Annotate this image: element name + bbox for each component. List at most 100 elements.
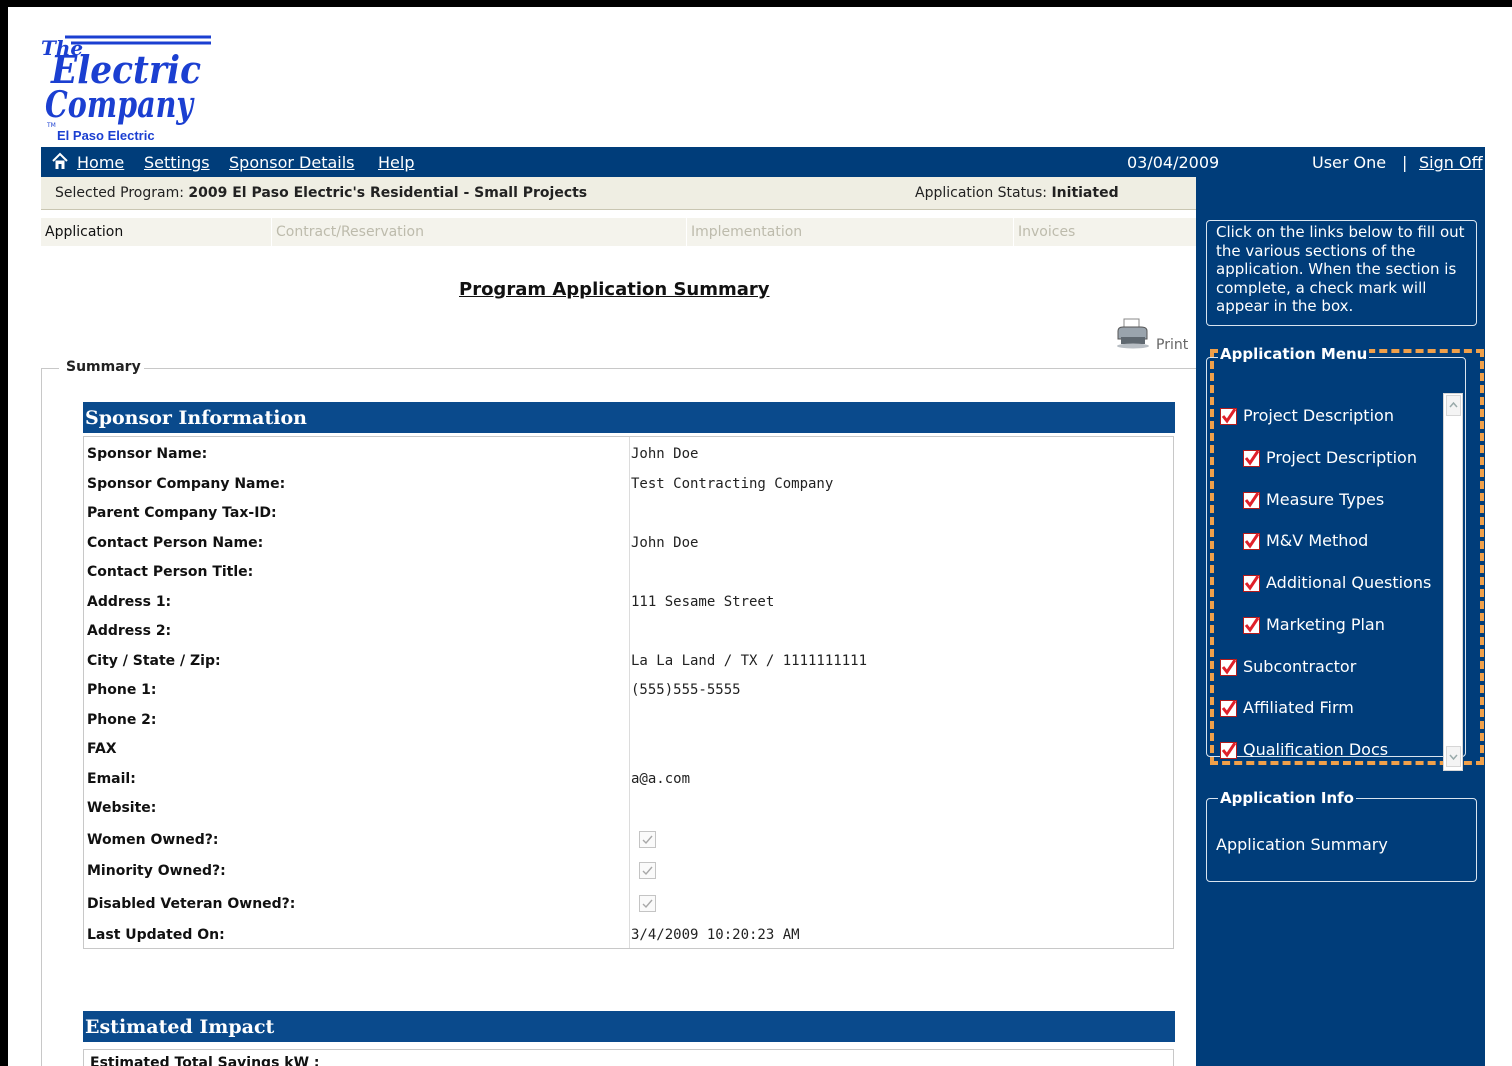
menu-scrollbar[interactable] (1443, 393, 1463, 771)
check-icon (1243, 533, 1260, 550)
checkmark-icon (642, 866, 653, 876)
nav-settings-link[interactable]: Settings (144, 153, 210, 172)
tab-invoices[interactable]: Invoices (1018, 224, 1075, 240)
sponsor-row-checkbox[interactable] (639, 831, 656, 848)
current-date: 03/04/2009 (1127, 153, 1220, 172)
sponsor-row-value: La La Land / TX / 1111111111 (631, 653, 868, 669)
menu-item-link[interactable]: Project Description (1266, 448, 1417, 467)
sponsor-row-label: City / State / Zip: (87, 653, 221, 669)
sponsor-row-label: Women Owned?: (87, 832, 219, 848)
tab-divider (1013, 218, 1014, 246)
check-icon (1243, 492, 1260, 509)
sponsor-row-label: Contact Person Title: (87, 564, 254, 580)
screenshot-frame: The Electric Company TM El Paso Electric… (0, 0, 1512, 1066)
chevron-down-icon (1449, 754, 1458, 761)
checkmark-icon (642, 835, 653, 845)
sponsor-row-label: Sponsor Name: (87, 446, 208, 462)
sign-off-link[interactable]: Sign Off (1419, 153, 1483, 172)
browser-viewport: The Electric Company TM El Paso Electric… (8, 7, 1512, 1066)
summary-fieldset-border (41, 368, 59, 369)
application-menu-title: Application Menu (1218, 345, 1370, 363)
sponsor-row-checkbox[interactable] (639, 895, 656, 912)
help-text: Click on the links below to fill out the… (1216, 223, 1465, 315)
print-link[interactable]: Print (1156, 337, 1188, 353)
check-icon (1243, 575, 1260, 592)
menu-item-link[interactable]: Additional Questions (1266, 573, 1431, 592)
menu-item-link[interactable]: Affiliated Firm (1243, 698, 1354, 717)
sponsor-row-label: Disabled Veteran Owned?: (87, 896, 296, 912)
logo-trademark: TM (46, 122, 56, 129)
logo-word-company: Company (45, 84, 195, 126)
nav-help-link[interactable]: Help (378, 153, 414, 172)
sponsor-row-label: FAX (87, 741, 117, 757)
page-title: Program Application Summary (459, 279, 770, 300)
summary-fieldset-border (143, 368, 1196, 369)
el-paso-electric-logo[interactable]: The Electric Company TM El Paso Electric (39, 29, 214, 141)
sponsor-row-label: Sponsor Company Name: (87, 476, 286, 492)
tab-divider (686, 218, 687, 246)
sponsor-row-label: Address 2: (87, 623, 172, 639)
sponsor-row-value: a@a.com (631, 771, 691, 787)
sponsor-row-label: Email: (87, 771, 136, 787)
menu-item-link[interactable]: Marketing Plan (1266, 615, 1385, 634)
selected-program-value: 2009 El Paso Electric's Residential - Sm… (188, 185, 588, 201)
nav-home-link[interactable]: Home (77, 153, 124, 172)
scroll-down-button[interactable] (1446, 746, 1461, 767)
sponsor-row-value: John Doe (631, 446, 699, 462)
menu-item-link[interactable]: Subcontractor (1243, 657, 1356, 676)
workflow-tabs: Application Contract/Reservation Impleme… (41, 218, 1196, 246)
user-name: User One (1312, 153, 1387, 172)
summary-fieldset-border (41, 368, 42, 1066)
sponsor-row-checkbox[interactable] (639, 862, 656, 879)
menu-item-link[interactable]: M&V Method (1266, 531, 1368, 550)
check-icon (1220, 700, 1237, 717)
sponsor-info-header: Sponsor Information (83, 402, 1175, 433)
check-icon (1220, 408, 1237, 425)
selected-program-label: Selected Program: (55, 185, 184, 201)
checkmark-icon (642, 899, 653, 909)
estimated-impact-header: Estimated Impact (83, 1011, 1175, 1042)
sponsor-row-label: Website: (87, 800, 157, 816)
chevron-up-icon (1449, 401, 1458, 408)
sponsor-row-label: Last Updated On: (87, 927, 225, 943)
application-info-title: Application Info (1218, 789, 1356, 807)
application-status: Application Status: Initiated (915, 185, 1119, 201)
top-nav-bar: Home Settings Sponsor Details Help 03/04… (41, 147, 1219, 177)
user-separator: | (1402, 153, 1408, 172)
estimated-savings-label: Estimated Total Savings kW : (90, 1055, 320, 1066)
printer-icon[interactable] (1115, 317, 1151, 349)
sponsor-row-label: Minority Owned?: (87, 863, 226, 879)
sponsor-row-label: Parent Company Tax-ID: (87, 505, 277, 521)
sponsor-row-label: Phone 1: (87, 682, 157, 698)
tab-implementation[interactable]: Implementation (691, 224, 802, 240)
check-icon (1243, 617, 1260, 634)
summary-legend: Summary (63, 359, 144, 375)
check-icon (1243, 450, 1260, 467)
scroll-up-button[interactable] (1446, 395, 1461, 416)
app-page: The Electric Company TM El Paso Electric… (15, 21, 1495, 1066)
tab-contract-reservation[interactable]: Contract/Reservation (276, 224, 424, 240)
nav-sponsor-details-link[interactable]: Sponsor Details (229, 153, 355, 172)
sponsor-row-value: 111 Sesame Street (631, 594, 775, 610)
sponsor-row-value: 3/4/2009 10:20:23 AM (631, 927, 800, 943)
logo-subtitle: El Paso Electric (57, 128, 155, 141)
window-edge (1485, 21, 1495, 1066)
sponsor-row-label: Contact Person Name: (87, 535, 264, 551)
sponsor-row-label: Address 1: (87, 594, 172, 610)
menu-item-link[interactable]: Project Description (1243, 406, 1394, 425)
right-sidebar: User One | Sign Off Click on the links b… (1196, 147, 1485, 1066)
tab-application[interactable]: Application (45, 224, 123, 240)
sponsor-row-value: (555)555-5555 (631, 682, 741, 698)
sponsor-row-value: John Doe (631, 535, 699, 551)
application-summary-link[interactable]: Application Summary (1216, 835, 1388, 854)
column-divider (629, 437, 630, 948)
tab-divider (271, 218, 272, 246)
selected-program: Selected Program: 2009 El Paso Electric'… (55, 185, 587, 201)
home-icon[interactable] (52, 152, 68, 170)
menu-item-link[interactable]: Measure Types (1266, 490, 1384, 509)
sponsor-row-label: Phone 2: (87, 712, 157, 728)
sponsor-row-value: Test Contracting Company (631, 476, 834, 492)
check-icon (1220, 659, 1237, 676)
menu-item-link[interactable]: Qualification Docs (1243, 740, 1388, 759)
application-status-value: Initiated (1051, 185, 1119, 201)
